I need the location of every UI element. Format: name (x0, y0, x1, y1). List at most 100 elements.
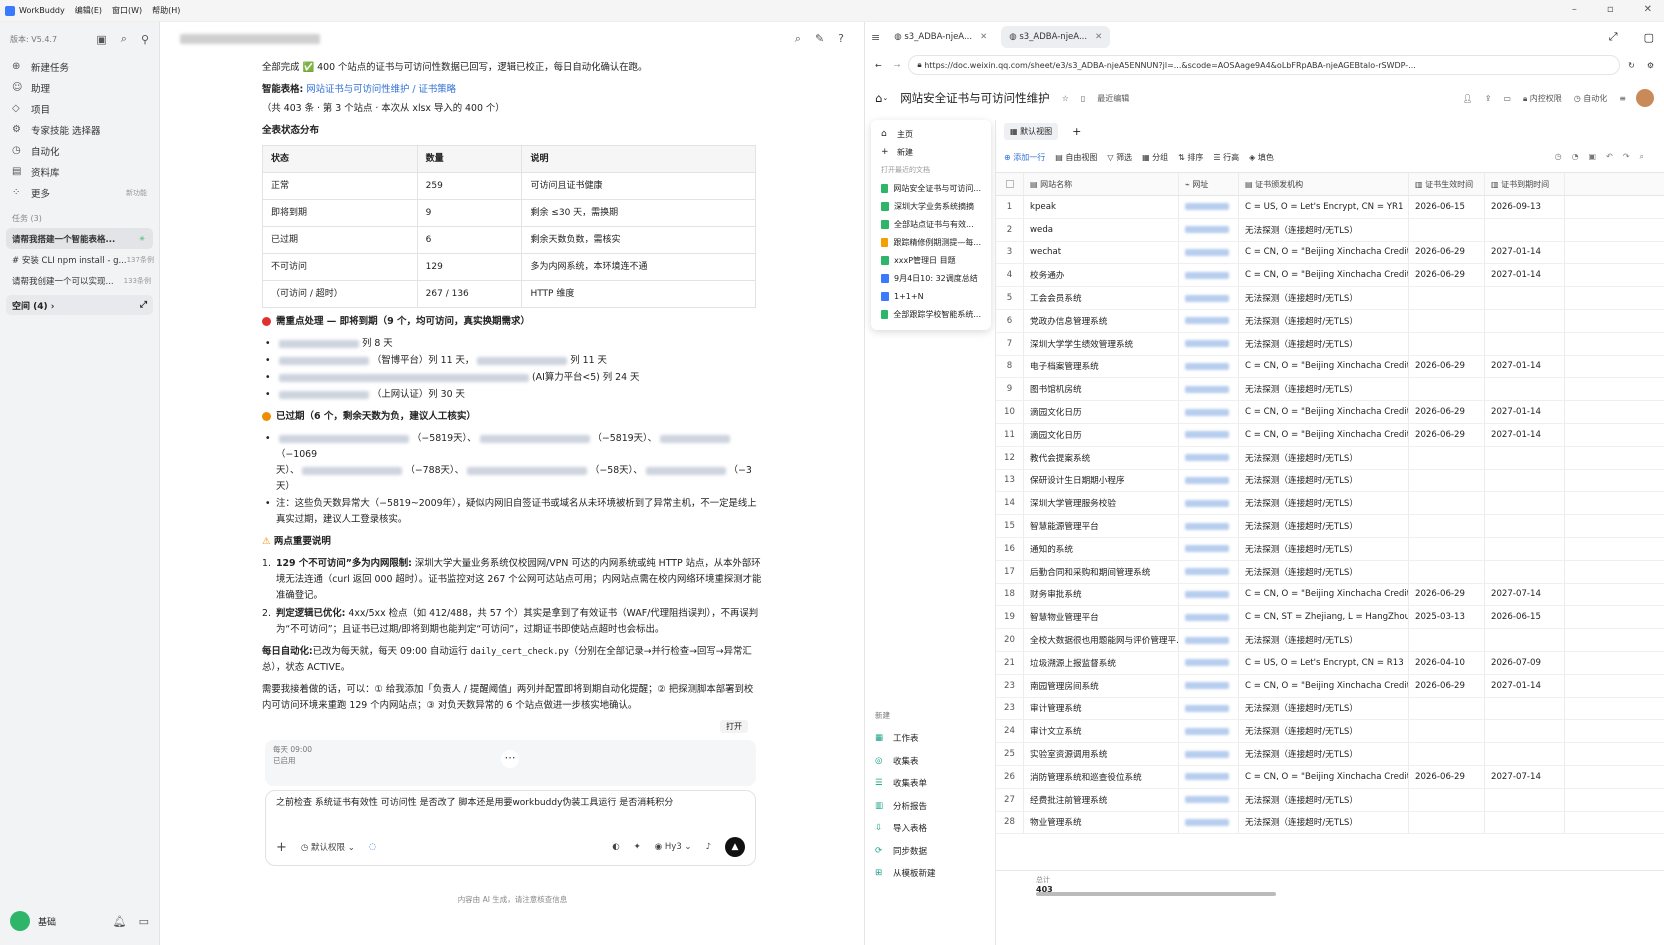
sidebar-item-project[interactable]: ◇ 项目 (0, 98, 159, 119)
expiry-cell[interactable] (1485, 378, 1565, 401)
col-header[interactable]: ▥ 证书到期时间 (1485, 173, 1565, 195)
valid-from-cell[interactable]: 2026-06-29 (1409, 241, 1485, 264)
table-row[interactable]: 9 图书馆机房统 无法探测（连接超时/无TLS） (996, 378, 1664, 402)
url-cell[interactable] (1179, 674, 1239, 697)
issuer-cell[interactable]: 无法探测（连接超时/无TLS） (1239, 378, 1409, 401)
url-cell[interactable] (1179, 492, 1239, 515)
help-icon[interactable]: ? (838, 32, 844, 46)
issuer-cell[interactable]: 无法探测（连接超时/无TLS） (1239, 218, 1409, 241)
group-button[interactable]: ▦ 分组 (1142, 152, 1168, 163)
row-number[interactable]: 11 (996, 423, 1024, 446)
valid-from-cell[interactable]: 2026-06-29 (1409, 583, 1485, 606)
url-cell[interactable] (1179, 196, 1239, 218)
expiry-cell[interactable]: 2026-06-15 (1485, 606, 1565, 629)
menu-edit[interactable]: 编辑(E) (75, 5, 102, 16)
menu-window[interactable]: 窗口(W) (112, 5, 142, 16)
import-table[interactable]: ⇩ 导入表格 (871, 817, 991, 840)
site-name-cell[interactable]: 工会会员系统 (1024, 287, 1179, 309)
comment-icon[interactable]: ▭ (1503, 94, 1511, 103)
issuer-cell[interactable]: C = CN, O = "Beijing Xinchacha Credit ..… (1239, 264, 1409, 287)
sync-data[interactable]: ⟳ 同步数据 (871, 840, 991, 863)
pin-icon[interactable]: ⚲ (141, 33, 149, 46)
from-template[interactable]: ⊞ 从模板新建 (871, 862, 991, 885)
site-name-cell[interactable]: wechat (1024, 241, 1179, 264)
site-name-cell[interactable]: 经费批注前管理系统 (1024, 788, 1179, 811)
valid-from-cell[interactable] (1409, 287, 1485, 309)
table-row[interactable]: 13 保研设计生日期期小程序 无法探测（连接超时/无TLS） (996, 469, 1664, 493)
expiry-cell[interactable]: 2026-09-13 (1485, 196, 1565, 218)
table-row[interactable]: 27 经费批注前管理系统 无法探测（连接超时/无TLS） (996, 788, 1664, 812)
add-view-icon[interactable]: + (1072, 125, 1081, 138)
reload-icon[interactable]: ↻ (1628, 61, 1635, 70)
forward-icon[interactable]: → (894, 61, 901, 70)
avatar[interactable] (1636, 89, 1654, 107)
expiry-cell[interactable] (1485, 446, 1565, 469)
expiry-cell[interactable] (1485, 287, 1565, 309)
site-name-cell[interactable]: 财务审批系统 (1024, 583, 1179, 606)
table-row[interactable]: 15 智慧能源管理平台 无法探测（连接超时/无TLS） (996, 515, 1664, 538)
url-cell[interactable] (1179, 811, 1239, 834)
sidebar-item-automation[interactable]: ◷ 自动化 (0, 140, 159, 161)
home-icon[interactable]: ⌂ (875, 91, 882, 105)
row-number[interactable]: 18 (996, 583, 1024, 606)
valid-from-cell[interactable]: 2026-06-29 (1409, 765, 1485, 788)
url-cell[interactable] (1179, 423, 1239, 446)
expand-icon[interactable]: ⤢ (140, 300, 147, 310)
row-number[interactable]: 23 (996, 697, 1024, 720)
issuer-cell[interactable]: C = CN, O = "Beijing Xinchacha Credit ..… (1239, 423, 1409, 446)
row-height-button[interactable]: ☰ 行高 (1213, 152, 1239, 163)
site-name-cell[interactable]: kpeak (1024, 196, 1179, 218)
col-header[interactable]: ▥ 证书生效时间 (1409, 173, 1485, 195)
site-name-cell[interactable]: 校务通办 (1024, 264, 1179, 287)
view-tab[interactable]: ▦ 默认视图 (1004, 122, 1059, 140)
expiry-cell[interactable] (1485, 469, 1565, 492)
url-cell[interactable] (1179, 332, 1239, 355)
more-icon[interactable]: ⋯ (501, 750, 519, 768)
new-collect[interactable]: ◎ 收集表 (871, 750, 991, 773)
url-cell[interactable] (1179, 629, 1239, 651)
issuer-cell[interactable]: 无法探测（连接超时/无TLS） (1239, 743, 1409, 765)
expiry-cell[interactable] (1485, 629, 1565, 651)
expiry-cell[interactable] (1485, 492, 1565, 515)
url-cell[interactable] (1179, 765, 1239, 788)
back-icon[interactable]: ← (875, 61, 882, 70)
table-row[interactable]: 23 审计管理系统 无法探测（连接超时/无TLS） (996, 697, 1664, 721)
issuer-cell[interactable]: C = CN, O = "Beijing Xinchacha Credit ..… (1239, 241, 1409, 264)
site-name-cell[interactable]: 南园管理房间系统 (1024, 674, 1179, 697)
row-number[interactable]: 23 (996, 674, 1024, 697)
task-item-active[interactable]: 请帮我搭建一个智能表格... ✳ (6, 228, 153, 249)
automation-card[interactable]: 每天 09:00 已启用 ⋯ (265, 740, 756, 786)
select-all-checkbox[interactable] (1005, 180, 1014, 188)
site-name-cell[interactable]: 教代会提案系统 (1024, 446, 1179, 469)
row-number[interactable]: 7 (996, 332, 1024, 355)
expiry-cell[interactable] (1485, 720, 1565, 743)
url-cell[interactable] (1179, 287, 1239, 309)
bookmark-icon[interactable]: ▯ (1081, 94, 1085, 103)
table-row[interactable]: 8 电子档案管理系统 C = CN, O = "Beijing Xinchacha … (996, 355, 1664, 379)
valid-from-cell[interactable]: 2025-03-13 (1409, 606, 1485, 629)
row-number[interactable]: 1 (996, 196, 1024, 218)
automation-button[interactable]: ◷ 自动化 (1574, 93, 1608, 104)
issuer-cell[interactable]: C = US, O = Let's Encrypt, CN = R13 (1239, 651, 1409, 674)
issuer-cell[interactable]: 无法探测（连接超时/无TLS） (1239, 720, 1409, 743)
row-number[interactable]: 17 (996, 560, 1024, 583)
sidebar-item-assistant[interactable]: ☺ 助理 (0, 77, 159, 98)
site-name-cell[interactable]: 垃圾溯源上报监督系统 (1024, 651, 1179, 674)
table-row[interactable]: 3 wechat C = CN, O = "Beijing Xinchacha Cr… (996, 241, 1664, 265)
maximize-icon[interactable]: ▫ (1607, 4, 1614, 15)
issuer-cell[interactable]: 无法探测（连接超时/无TLS） (1239, 537, 1409, 560)
menu-icon[interactable]: ≡ (1619, 94, 1626, 103)
valid-from-cell[interactable]: 2026-06-29 (1409, 264, 1485, 287)
window-icon[interactable]: ▢ (1644, 31, 1654, 44)
valid-from-cell[interactable] (1409, 811, 1485, 834)
url-cell[interactable] (1179, 651, 1239, 674)
search-icon[interactable]: ⌕ (121, 32, 127, 46)
permission-button[interactable]: 🔒︎ 内控权限 (1523, 93, 1562, 104)
issuer-cell[interactable]: C = CN, O = "Beijing Xinchacha Credit ..… (1239, 583, 1409, 606)
url-cell[interactable] (1179, 560, 1239, 583)
issuer-cell[interactable]: 无法探测（连接超时/无TLS） (1239, 560, 1409, 583)
sidebar-item-more[interactable]: ⁘ 更多 新功能 (0, 182, 159, 203)
menu-help[interactable]: 帮助(H) (152, 5, 180, 16)
row-number[interactable]: 9 (996, 378, 1024, 401)
url-cell[interactable] (1179, 378, 1239, 401)
